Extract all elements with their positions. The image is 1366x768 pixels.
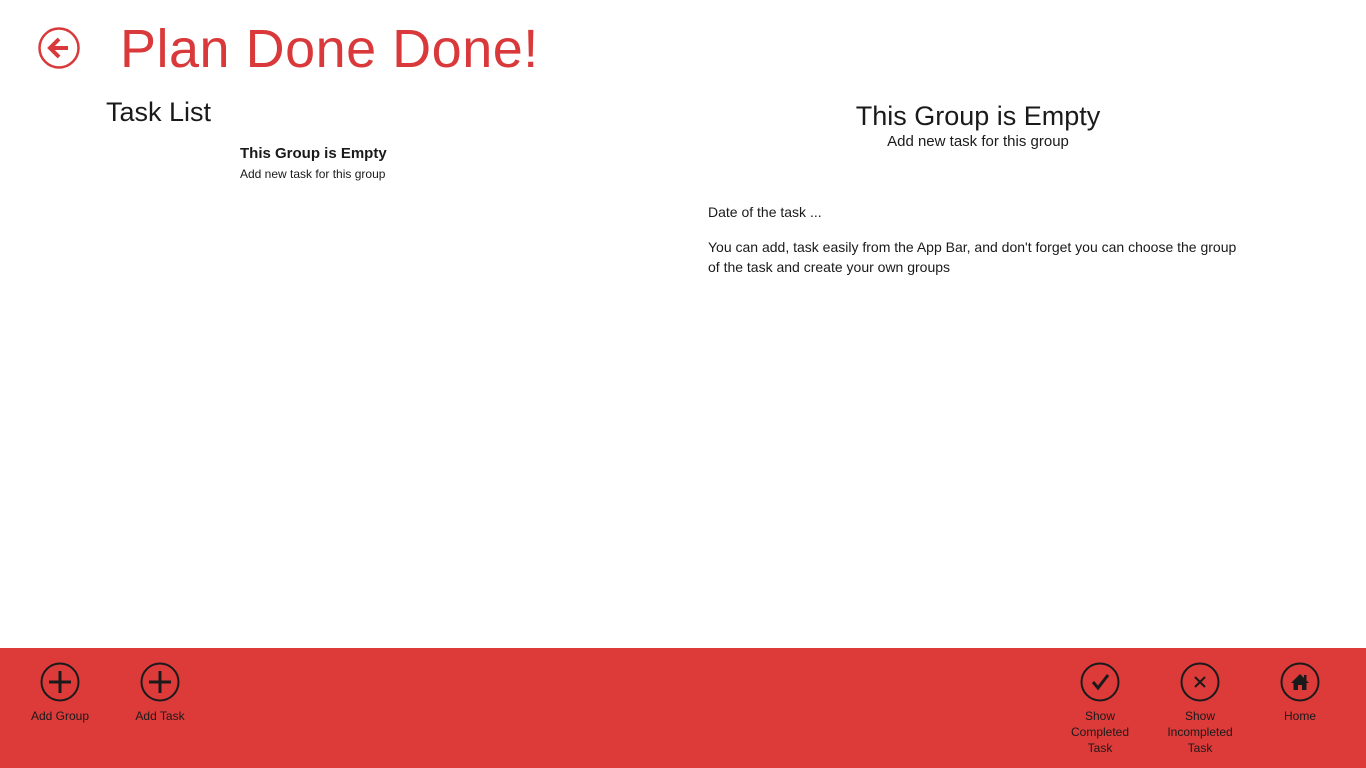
task-item-title: This Group is Empty — [240, 145, 387, 162]
home-label: Home — [1283, 709, 1316, 723]
add-group-label: Add Group — [30, 709, 90, 723]
home-button[interactable]: Home — [1255, 662, 1345, 724]
back-button[interactable] — [38, 27, 80, 69]
add-task-button[interactable]: Add Task — [115, 662, 205, 724]
add-group-button[interactable]: Add Group — [15, 662, 105, 724]
app-title: Plan Done Done! — [120, 19, 539, 79]
show-completed-task-button[interactable]: Show Completed Task — [1055, 662, 1145, 756]
check-icon — [1080, 662, 1120, 702]
show-incompleted-task-label: Show Incompleted Task — [1167, 709, 1233, 755]
task-item-subtitle: Add new task for this group — [240, 167, 386, 181]
task-list-heading: Task List — [106, 97, 212, 127]
app-bar: Add Group Add Task Show Completed Task S… — [0, 648, 1366, 768]
detail-title: This Group is Empty — [855, 101, 1101, 131]
detail-panel: This Group is Empty Add new task for thi… — [708, 98, 1248, 277]
task-list-item[interactable]: This Group is Empty Add new task for thi… — [240, 144, 540, 184]
plus-icon — [40, 662, 80, 702]
detail-date: Date of the task ... — [708, 204, 822, 220]
add-task-label: Add Task — [135, 709, 185, 723]
x-icon — [1180, 662, 1220, 702]
detail-description: You can add, task easily from the App Ba… — [708, 239, 1237, 275]
show-completed-task-label: Show Completed Task — [1070, 709, 1130, 755]
back-arrow-icon — [38, 27, 80, 69]
show-incompleted-task-button[interactable]: Show Incompleted Task — [1155, 662, 1245, 756]
detail-subtitle: Add new task for this group — [887, 133, 1069, 150]
plus-icon — [140, 662, 180, 702]
page: Plan Done Done! Task List This Group is … — [0, 0, 1366, 768]
home-icon — [1280, 662, 1320, 702]
